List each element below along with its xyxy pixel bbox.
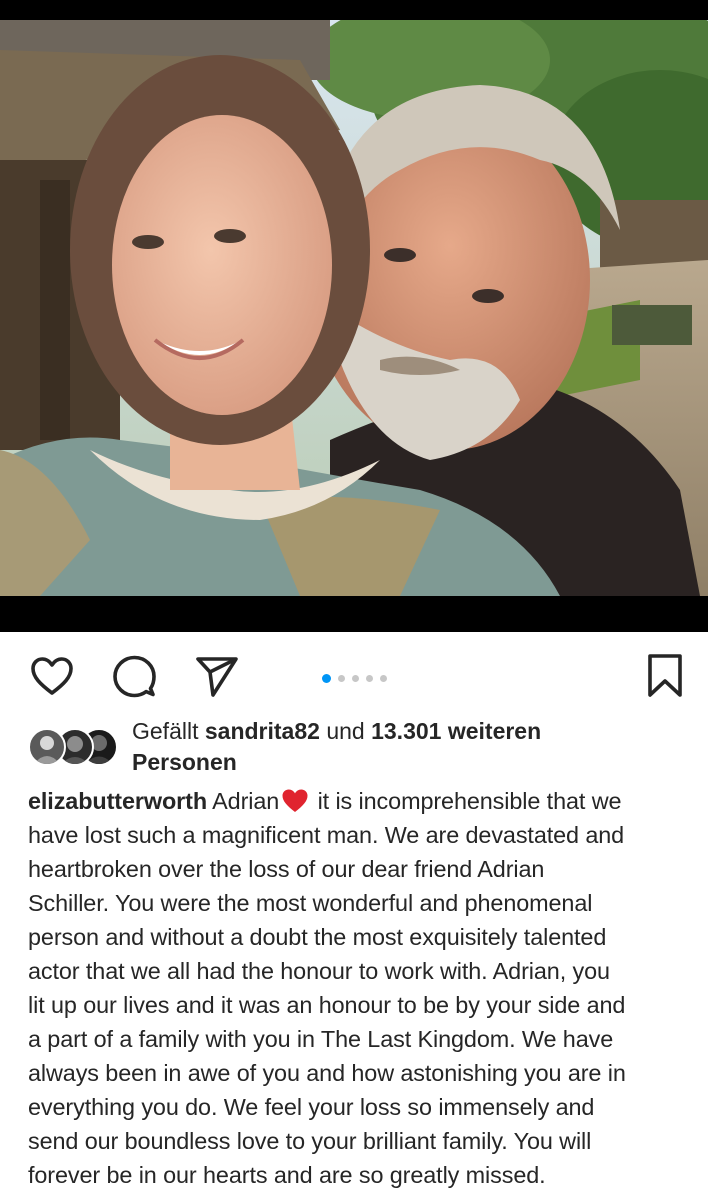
post-caption: elizabutterworth Adrian it is incomprehe…	[28, 784, 692, 1192]
liker-username[interactable]: sandrita82	[205, 718, 320, 744]
likes-summary[interactable]: Gefällt sandrita82 und 13.301 weiteren P…	[132, 716, 688, 778]
speech-bubble-icon	[113, 655, 156, 698]
caption-line-4: person and without a doubt the most exqu…	[28, 924, 607, 950]
top-black-bar	[0, 0, 708, 20]
caption-line-0: it is incomprehensible that we	[311, 788, 622, 814]
share-button[interactable]	[192, 651, 242, 701]
bottom-black-bar	[0, 596, 708, 632]
caption-first-word: Adrian	[212, 788, 280, 814]
caption-line-1: have lost such a magnificent man. We are…	[28, 822, 625, 848]
comment-button[interactable]	[109, 651, 159, 701]
selfie-photo-illustration	[0, 20, 708, 596]
post-actions-bar	[0, 645, 708, 703]
paper-plane-icon	[196, 657, 238, 697]
caption-line-3: Schiller. You were the most wonderful an…	[28, 890, 593, 916]
caption-line-8: always been in awe of you and how astoni…	[28, 1060, 626, 1086]
likes-prefix: Gefällt	[132, 718, 205, 744]
save-button[interactable]	[640, 651, 690, 701]
likes-middle: und	[319, 718, 372, 744]
caption-line-10: send our boundless love to your brillian…	[28, 1128, 592, 1154]
caption-line: elizabutterworth Adrian it is incomprehe…	[28, 784, 692, 818]
carousel-dot	[380, 675, 387, 682]
like-button[interactable]	[27, 651, 77, 701]
heart-outline-icon	[31, 657, 73, 695]
likes-count[interactable]: 13.301 weiteren	[371, 718, 541, 744]
caption-line-9: everything you do. We feel your loss so …	[28, 1094, 595, 1120]
caption-username[interactable]: elizabutterworth	[28, 788, 207, 814]
avatar	[28, 728, 66, 766]
red-heart-emoji-icon	[282, 789, 308, 812]
likes-suffix[interactable]: Personen	[132, 749, 237, 775]
liker-avatars[interactable]	[28, 728, 120, 768]
caption-line-6: lit up our lives and it was an honour to…	[28, 992, 626, 1018]
likes-row: Gefällt sandrita82 und 13.301 weiteren P…	[28, 716, 688, 780]
caption-line-11: forever be in our hearts and are so grea…	[28, 1162, 546, 1188]
carousel-indicator	[322, 674, 387, 683]
carousel-dot	[338, 675, 345, 682]
caption-line-5: actor that we all had the honour to work…	[28, 958, 610, 984]
caption-line-7: a part of a family with you in The Last …	[28, 1026, 614, 1052]
carousel-dot	[366, 675, 373, 682]
bookmark-outline-icon	[648, 654, 682, 697]
post-photo[interactable]	[0, 20, 708, 596]
caption-line-2: heartbroken over the loss of our dear fr…	[28, 856, 545, 882]
carousel-dot-active	[322, 674, 331, 683]
carousel-dot	[352, 675, 359, 682]
